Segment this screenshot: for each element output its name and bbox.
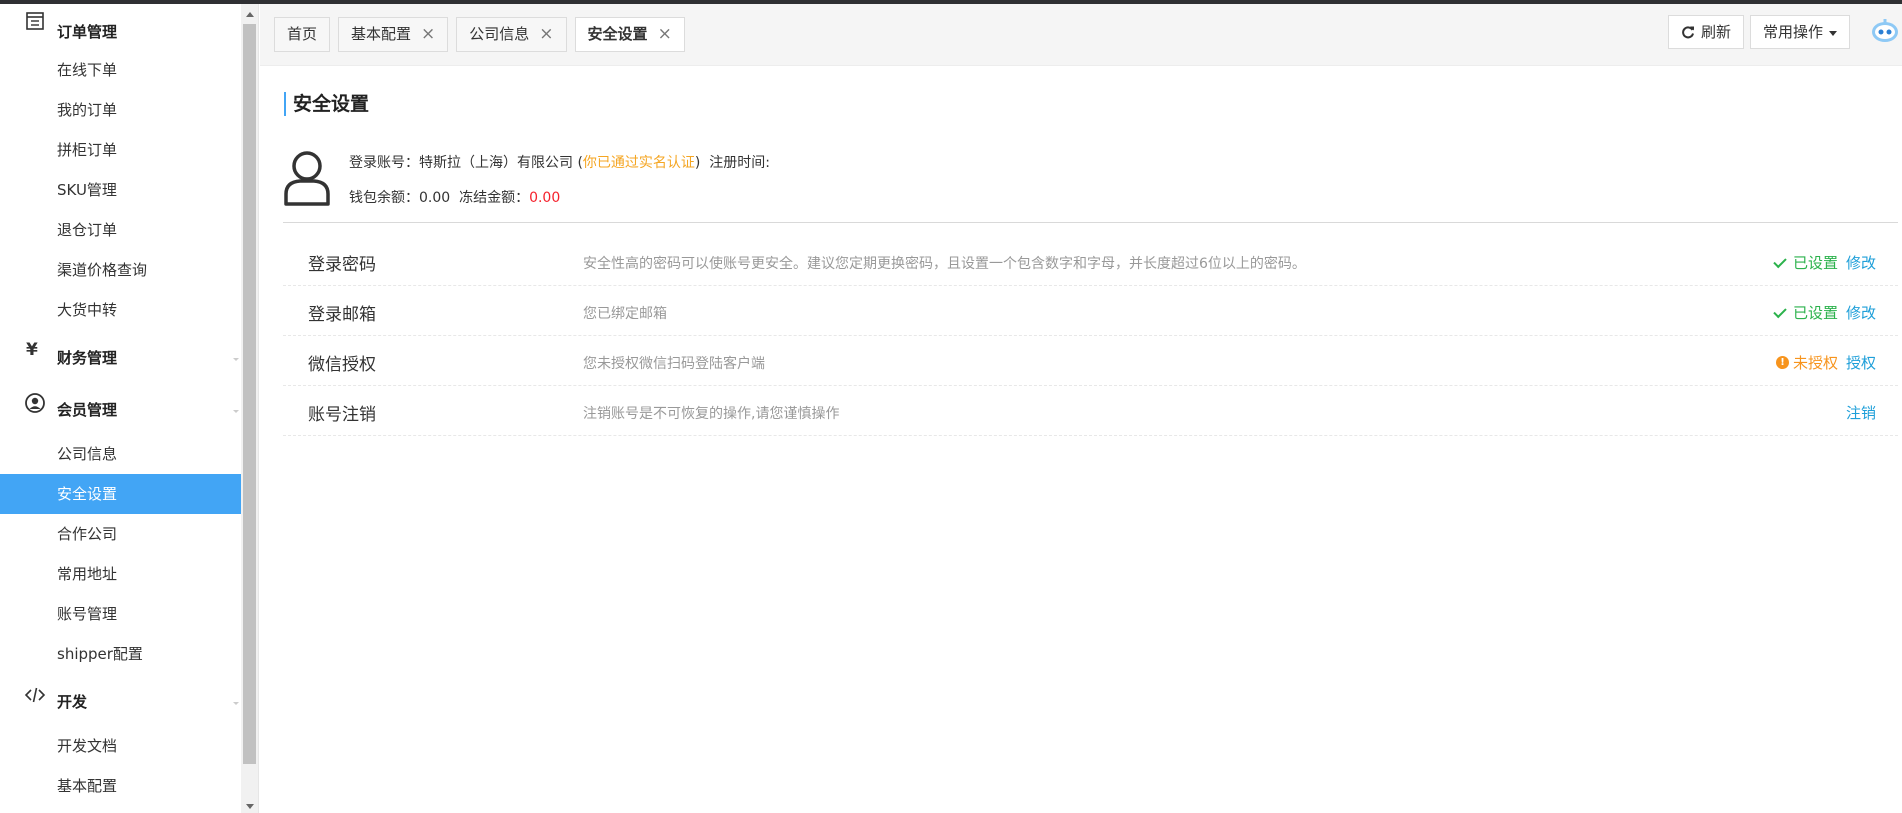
sidebar-item-company-info[interactable]: 公司信息 bbox=[0, 434, 241, 474]
yen-icon: ¥ bbox=[26, 340, 38, 360]
sidebar-item-return-orders[interactable]: 退仓订单 bbox=[0, 210, 241, 250]
check-icon bbox=[1773, 304, 1787, 318]
security-row-password: 登录密码 安全性高的密码可以使账号更安全。建议您定期更换密码，且设置一个包含数字… bbox=[283, 236, 1898, 286]
code-icon bbox=[24, 687, 46, 703]
authorize-wechat-link[interactable]: 授权 bbox=[1846, 352, 1876, 373]
security-row-name: 登录密码 bbox=[308, 255, 376, 275]
sidebar-item-consolidated-orders[interactable]: 拼柜订单 bbox=[0, 130, 241, 170]
security-row-cancel-account: 账号注销 注销账号是不可恢复的操作,请您谨慎操作 注销 bbox=[283, 386, 1898, 436]
account-info-line: 登录账号：特斯拉（上海）有限公司 (你已通过实名认证) 注册时间: bbox=[349, 152, 770, 172]
tab-basic-config[interactable]: 基本配置 × bbox=[338, 17, 449, 52]
common-operations-label: 常用操作 bbox=[1763, 23, 1824, 41]
sidebar-item-online-order[interactable]: 在线下单 bbox=[0, 50, 241, 90]
sidebar-item-sku[interactable]: SKU管理 bbox=[0, 170, 241, 210]
sidebar-scrollbar[interactable] bbox=[241, 4, 259, 813]
security-row-desc: 您已绑定邮箱 bbox=[583, 306, 667, 322]
modify-password-link[interactable]: 修改 bbox=[1846, 252, 1876, 273]
caret-down-icon bbox=[1829, 31, 1838, 36]
refresh-icon bbox=[1682, 26, 1694, 39]
divider bbox=[283, 222, 1898, 223]
security-row-desc: 注销账号是不可恢复的操作,请您谨慎操作 bbox=[583, 406, 840, 422]
sidebar-group-label: 财务管理 bbox=[57, 349, 118, 367]
security-row-name: 登录邮箱 bbox=[308, 305, 376, 325]
frozen-label: 冻结金额： bbox=[459, 190, 530, 206]
verified-status: 你已通过实名认证 bbox=[582, 155, 695, 171]
close-icon[interactable]: × bbox=[658, 18, 672, 51]
sidebar-item-addresses[interactable]: 常用地址 bbox=[0, 554, 241, 594]
security-row-name: 微信授权 bbox=[308, 355, 376, 375]
assistant-robot-icon[interactable] bbox=[1870, 16, 1900, 46]
verified-close: ) bbox=[694, 155, 701, 171]
user-circle-icon bbox=[25, 393, 45, 413]
sidebar-item-shipper-config[interactable]: shipper配置 bbox=[0, 634, 241, 674]
security-row-status: 注销 bbox=[1842, 402, 1876, 423]
tab-label: 安全设置 bbox=[587, 25, 648, 43]
exclamation-icon: ! bbox=[1775, 356, 1789, 369]
tab-security-settings[interactable]: 安全设置 × bbox=[574, 17, 685, 52]
sidebar-group-label: 开发 bbox=[57, 693, 88, 711]
cancel-account-link[interactable]: 注销 bbox=[1846, 402, 1876, 423]
check-icon bbox=[1773, 254, 1787, 268]
chevron-down-icon bbox=[233, 702, 239, 705]
account-label: 登录账号： bbox=[349, 155, 419, 171]
account-value: 特斯拉（上海）有限公司 bbox=[419, 155, 573, 171]
common-operations-dropdown[interactable]: 常用操作 bbox=[1750, 15, 1851, 49]
sidebar-item-partner-companies[interactable]: 合作公司 bbox=[0, 514, 241, 554]
security-row-desc: 您未授权微信扫码登陆客户端 bbox=[583, 356, 765, 372]
tab-label: 首页 bbox=[287, 25, 318, 43]
register-time-label: 注册时间: bbox=[709, 155, 771, 171]
chevron-down-icon bbox=[233, 358, 239, 361]
status-text: 未授权 bbox=[1792, 354, 1838, 372]
security-row-wechat: 微信授权 您未授权微信扫码登陆客户端 ! 未授权 授权 bbox=[283, 336, 1898, 386]
wallet-label: 钱包余额： bbox=[349, 190, 419, 206]
sidebar-group-label: 会员管理 bbox=[57, 401, 118, 419]
main-content: 安全设置 登录账号：特斯拉（上海）有限公司 (你已通过实名认证) 注册时间: 钱… bbox=[260, 66, 1902, 813]
tab-label: 基本配置 bbox=[351, 25, 412, 43]
refresh-label: 刷新 bbox=[1701, 23, 1732, 41]
modify-email-link[interactable]: 修改 bbox=[1846, 302, 1876, 323]
tab-home[interactable]: 首页 bbox=[274, 17, 331, 52]
close-icon[interactable]: × bbox=[539, 18, 553, 51]
wallet-value: 0.00 bbox=[419, 190, 451, 206]
tab-bar: 首页 基本配置 × 公司信息 × 安全设置 × 刷新 常用操作 bbox=[260, 4, 1902, 66]
frozen-value: 0.00 bbox=[529, 190, 561, 206]
user-avatar-icon bbox=[284, 151, 330, 206]
sidebar-item-dev-docs[interactable]: 开发文档 bbox=[0, 726, 241, 766]
tab-company-info[interactable]: 公司信息 × bbox=[456, 17, 567, 52]
tab-label: 公司信息 bbox=[469, 25, 530, 43]
tab-list: 首页 基本配置 × 公司信息 × 安全设置 × bbox=[274, 17, 685, 52]
sidebar-group-dev[interactable]: 开发 bbox=[0, 674, 241, 726]
status-text: 已设置 bbox=[1792, 254, 1838, 272]
security-row-status: ! 未授权 授权 bbox=[1775, 352, 1876, 373]
refresh-button[interactable]: 刷新 bbox=[1668, 15, 1745, 49]
chevron-down-icon bbox=[233, 410, 239, 413]
sidebar: 订单管理 在线下单 我的订单 拼柜订单 SKU管理 退仓订单 渠道价格查询 大货… bbox=[0, 4, 241, 813]
sidebar-item-bulk-transfer[interactable]: 大货中转 bbox=[0, 290, 241, 330]
status-text: 已设置 bbox=[1792, 304, 1838, 322]
scroll-up-icon[interactable] bbox=[246, 12, 254, 17]
balance-info-line: 钱包余额：0.00 冻结金额：0.00 bbox=[349, 187, 560, 207]
security-row-status: 已设置 修改 bbox=[1773, 252, 1876, 273]
security-row-name: 账号注销 bbox=[308, 405, 376, 425]
scroll-down-icon[interactable] bbox=[246, 804, 254, 809]
security-row-status: 已设置 修改 bbox=[1773, 302, 1876, 323]
verified-open: ( bbox=[573, 155, 583, 171]
security-row-email: 登录邮箱 您已绑定邮箱 已设置 修改 bbox=[283, 286, 1898, 336]
order-list-icon bbox=[26, 12, 44, 30]
sidebar-item-channel-price[interactable]: 渠道价格查询 bbox=[0, 250, 241, 290]
close-icon[interactable]: × bbox=[421, 18, 435, 51]
sidebar-group-label: 订单管理 bbox=[57, 23, 118, 41]
sidebar-item-security-settings[interactable]: 安全设置 bbox=[0, 474, 241, 514]
security-row-desc: 安全性高的密码可以使账号更安全。建议您定期更换密码，且设置一个包含数字和字母，并… bbox=[583, 256, 1306, 272]
sidebar-item-my-orders[interactable]: 我的订单 bbox=[0, 90, 241, 130]
sidebar-group-orders[interactable]: 订单管理 bbox=[0, 4, 241, 50]
sidebar-item-account-management[interactable]: 账号管理 bbox=[0, 594, 241, 634]
sidebar-group-finance[interactable]: ¥ 财务管理 bbox=[0, 330, 241, 382]
page-title: 安全设置 bbox=[284, 92, 369, 116]
sidebar-item-basic-config[interactable]: 基本配置 bbox=[0, 766, 241, 806]
sidebar-group-members[interactable]: 会员管理 bbox=[0, 382, 241, 434]
scroll-thumb[interactable] bbox=[243, 24, 256, 764]
